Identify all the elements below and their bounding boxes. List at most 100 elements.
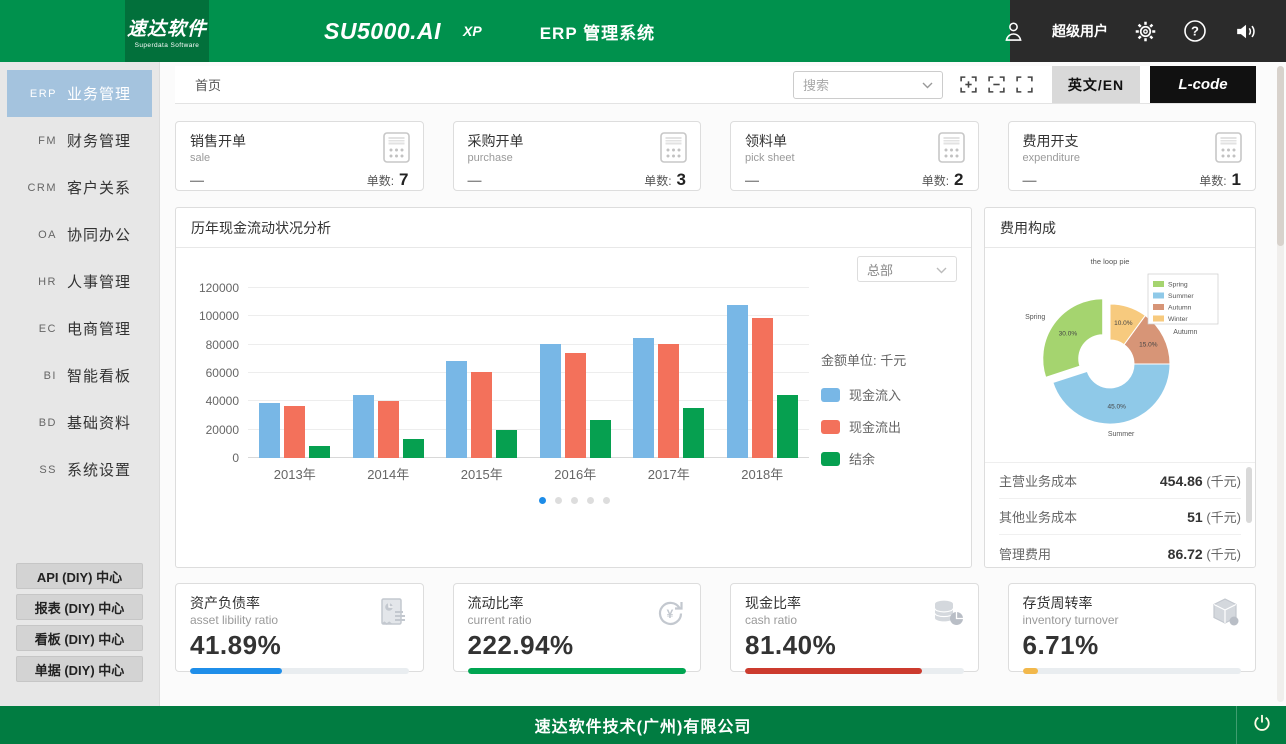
username[interactable]: 超级用户 <box>1052 21 1108 41</box>
lcode-button[interactable]: L-code <box>1150 66 1256 103</box>
language-toggle-button[interactable]: 英文/EN <box>1052 66 1140 103</box>
bar-cash-inflow[interactable] <box>446 361 467 458</box>
stat-card-dash: — <box>745 172 759 188</box>
branch-select[interactable]: 总部 <box>857 256 957 282</box>
x-tick-label: 2014年 <box>348 464 428 483</box>
calculator-icon <box>938 132 965 168</box>
expense-list: 主营业务成本454.86 (千元)其他业务成本51 (千元)管理费用86.72 … <box>985 462 1255 577</box>
scrollbar-thumb[interactable] <box>1277 66 1284 246</box>
diy-center-button[interactable]: API (DIY) 中心 <box>16 563 143 589</box>
stat-card-expenditure[interactable]: 费用开支expenditure—单数:1 <box>1008 121 1257 191</box>
bar-cash-inflow[interactable] <box>727 305 748 458</box>
bar-balance[interactable] <box>309 446 330 458</box>
pie-slice-summer[interactable] <box>1053 364 1170 424</box>
sidebar-item-ss[interactable]: SS系统设置 <box>7 446 152 493</box>
bar-balance[interactable] <box>590 420 611 458</box>
fullscreen-icon[interactable] <box>1015 75 1034 94</box>
speaker-icon[interactable] <box>1233 19 1258 44</box>
sidebar-item-crm[interactable]: CRM 客户关系 <box>7 164 152 211</box>
bar-cash-outflow[interactable] <box>378 401 399 458</box>
list-scrollbar-thumb[interactable] <box>1246 467 1252 523</box>
kpi-card-cash-ratio[interactable]: 现金比率cash ratio81.40% <box>730 583 979 672</box>
sidebar-item-label: 系统设置 <box>67 459 131 480</box>
company-name: 速达软件技术(广州)有限公司 <box>0 713 1286 737</box>
legend-item[interactable]: 现金流入 <box>821 385 957 404</box>
stat-card-subtitle: purchase <box>468 152 687 164</box>
bar-cash-inflow[interactable] <box>540 344 561 458</box>
legend-swatch <box>821 420 840 434</box>
kpi-card-current-ratio[interactable]: 流动比率current ratio¥222.94% <box>453 583 702 672</box>
body: ERP业务管理FM财务管理 CRM 客户关系 OA协同办公HR人事管理EC电商管理BI… <box>0 62 1286 706</box>
content-scrollbar[interactable] <box>1277 66 1284 702</box>
sidebar-item-oa[interactable]: OA协同办公 <box>7 211 152 258</box>
carousel-dot[interactable] <box>587 497 594 504</box>
diy-center-button[interactable]: 报表 (DIY) 中心 <box>16 594 143 620</box>
sidebar-item-prefix: CRM <box>25 182 57 194</box>
sidebar-item-ec[interactable]: EC电商管理 <box>7 305 152 352</box>
stat-card-pick-sheet[interactable]: 领料单pick sheet—单数:2 <box>730 121 979 191</box>
pie-pct-label: 30.0% <box>1059 330 1078 337</box>
tab-home[interactable]: 首页 <box>195 75 221 94</box>
svg-text:Spring: Spring <box>1168 282 1188 289</box>
search-placeholder: 搜索 <box>803 75 829 94</box>
kpi-card-asset-libility-ratio[interactable]: 资产负债率asset libility ratio41.89% <box>175 583 424 672</box>
pie-slice-spring[interactable] <box>1043 299 1103 378</box>
expand-plus-icon[interactable] <box>959 75 978 94</box>
power-icon <box>1251 712 1273 739</box>
bar-group <box>727 305 798 458</box>
sidebar-item-bd[interactable]: BD基础资料 <box>7 399 152 446</box>
bar-cash-outflow[interactable] <box>565 353 586 458</box>
carousel-dot[interactable] <box>603 497 610 504</box>
sidebar-item-bi[interactable]: BI智能看板 <box>7 352 152 399</box>
sidebar-item-erp[interactable]: ERP业务管理 <box>7 70 152 117</box>
bar-group <box>540 344 611 458</box>
bar-cash-outflow[interactable] <box>471 372 492 458</box>
y-tick-label: 80000 <box>206 338 239 352</box>
carousel-dot[interactable] <box>555 497 562 504</box>
bar-cash-inflow[interactable] <box>633 338 654 458</box>
gear-icon[interactable] <box>1134 20 1157 43</box>
bar-cash-inflow[interactable] <box>259 403 280 458</box>
chevron-down-icon <box>922 77 933 92</box>
kpi-card-inventory-turnover[interactable]: 存货周转率inventory turnover6.71% <box>1008 583 1257 672</box>
legend-item[interactable]: 现金流出 <box>821 417 957 436</box>
collapse-minus-icon[interactable] <box>987 75 1006 94</box>
diy-center-button[interactable]: 看板 (DIY) 中心 <box>16 625 143 651</box>
bar-cash-outflow[interactable] <box>752 318 773 458</box>
kpi-progress-track <box>745 668 964 674</box>
expense-value: 86.72 (千元) <box>1168 544 1241 563</box>
power-button[interactable] <box>1236 706 1286 744</box>
y-tick-label: 120000 <box>199 281 239 295</box>
user-icon[interactable] <box>1001 19 1026 44</box>
bar-balance[interactable] <box>777 395 798 458</box>
stat-card-sale[interactable]: 销售开单sale—单数:7 <box>175 121 424 191</box>
sidebar-item-prefix: BD <box>25 417 57 429</box>
stat-card-title: 领料单 <box>745 131 964 151</box>
bar-balance[interactable] <box>683 408 704 458</box>
diy-center-button[interactable]: 单据 (DIY) 中心 <box>16 656 143 682</box>
carousel-dots <box>192 497 957 504</box>
stat-card-subtitle: expenditure <box>1023 152 1242 164</box>
product-title: SU5000.AI XP ERP 管理系统 <box>209 0 1010 62</box>
legend-items: 现金流入现金流出结余 <box>821 385 957 468</box>
coins-pie-icon <box>930 595 966 636</box>
stat-card-purchase[interactable]: 采购开单purchase—单数:3 <box>453 121 702 191</box>
legend-item[interactable]: 结余 <box>821 449 957 468</box>
sidebar-item-label: 客户关系 <box>67 177 131 198</box>
sidebar-item-fm[interactable]: FM财务管理 <box>7 117 152 164</box>
carousel-dot[interactable] <box>571 497 578 504</box>
bar-balance[interactable] <box>403 439 424 458</box>
bar-cash-inflow[interactable] <box>353 395 374 458</box>
sidebar-item-hr[interactable]: HR人事管理 <box>7 258 152 305</box>
bar-cash-outflow[interactable] <box>284 406 305 458</box>
sidebar-item-prefix: FM <box>25 135 57 147</box>
bar-balance[interactable] <box>496 430 517 458</box>
logo[interactable]: 速达软件 Superdata Software <box>125 0 209 62</box>
carousel-dot[interactable] <box>539 497 546 504</box>
expense-label: 其他业务成本 <box>999 507 1077 526</box>
bar-cash-outflow[interactable] <box>658 344 679 458</box>
header-toolbar: 超级用户 ? <box>1010 0 1286 62</box>
search-input[interactable]: 搜索 <box>793 71 943 99</box>
help-icon[interactable]: ? <box>1183 19 1207 43</box>
stat-count-value: 7 <box>399 170 408 190</box>
